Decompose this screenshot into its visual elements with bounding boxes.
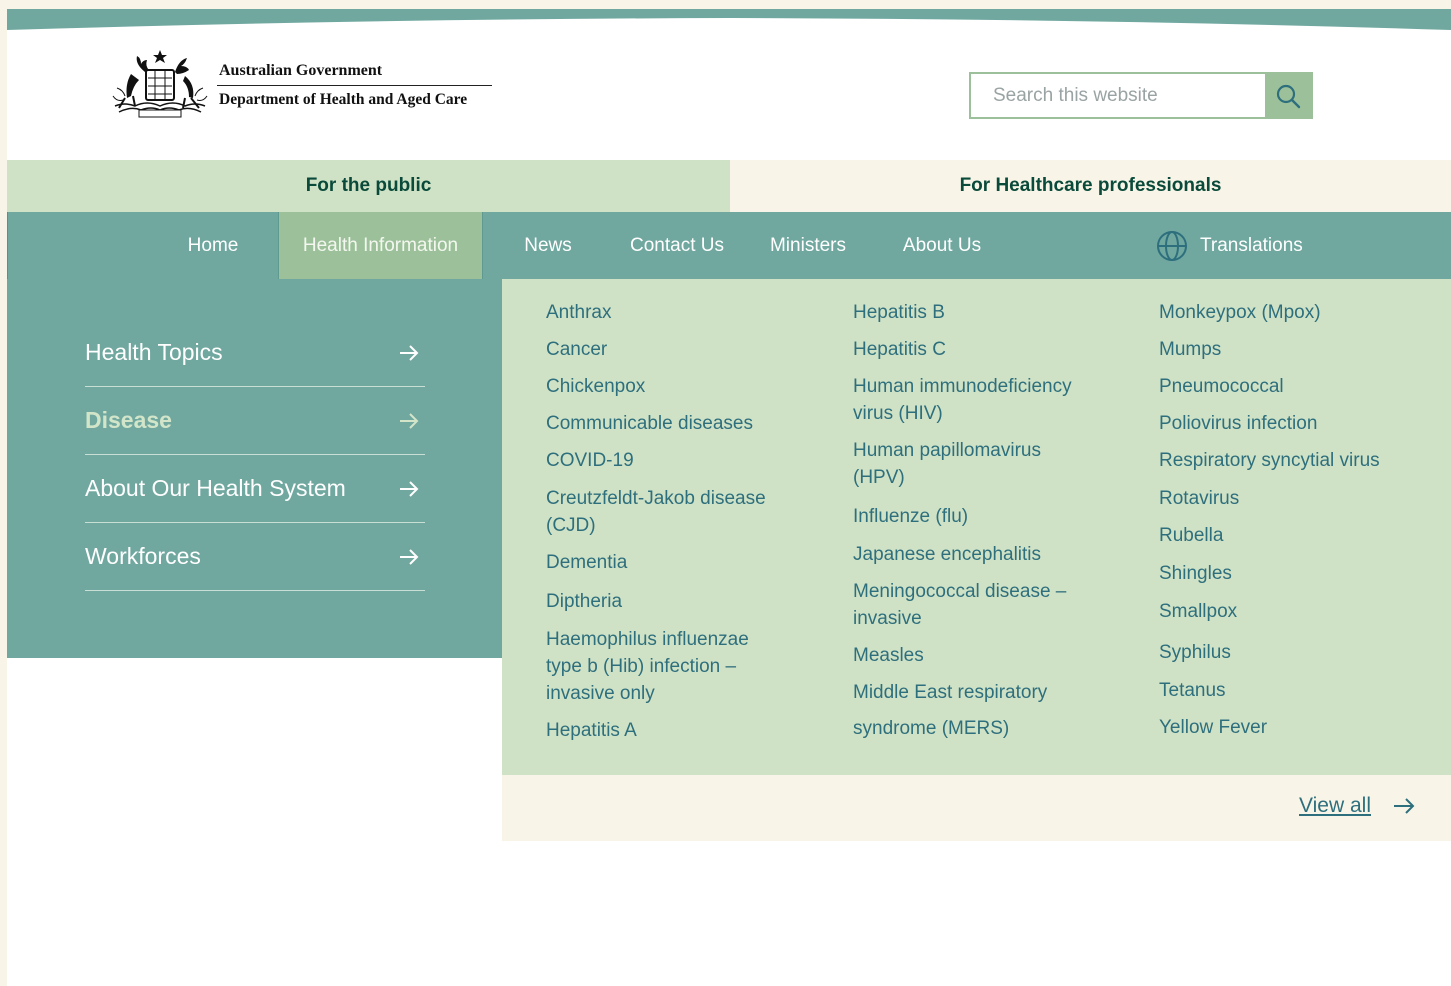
disease-panel-footer: View all — [502, 775, 1451, 841]
search-input[interactable] — [971, 74, 1265, 117]
disease-link[interactable]: Diptheria — [546, 588, 622, 615]
disease-link[interactable]: Human immunodeficiency virus (HIV) — [853, 373, 1098, 427]
disease-link[interactable]: Syphilus — [1159, 639, 1231, 666]
coat-of-arms-icon — [112, 50, 208, 118]
disease-link[interactable]: Pneumococcal — [1159, 373, 1284, 400]
disease-link[interactable]: Middle East respiratory syndrome (MERS) — [853, 675, 1078, 747]
translations-button[interactable]: Translations — [1156, 212, 1318, 279]
disease-link[interactable]: Japanese encephalitis — [853, 541, 1041, 568]
submenu-item-about-our-health-system[interactable]: About Our Health System — [85, 455, 425, 523]
disease-link[interactable]: Measles — [853, 642, 924, 669]
arrow-right-icon — [400, 344, 419, 361]
globe-icon — [1157, 230, 1187, 261]
disease-link[interactable]: Anthrax — [546, 299, 611, 326]
disease-link[interactable]: Influenze (flu) — [853, 503, 968, 530]
tab-for-the-public[interactable]: For the public — [7, 160, 730, 212]
health-information-submenu: Health Topics Disease About Our Health S… — [7, 279, 502, 658]
nav-item-home[interactable]: Home — [158, 212, 268, 279]
disease-link[interactable]: Tetanus — [1159, 677, 1226, 704]
audience-switcher: For the public For Healthcare profession… — [7, 160, 1451, 212]
disease-link[interactable]: Chickenpox — [546, 373, 645, 400]
department-name: Department of Health and Aged Care — [219, 90, 468, 108]
view-all-label: View all — [1299, 794, 1371, 817]
disease-list-panel: Anthrax Cancer Chickenpox Communicable d… — [502, 279, 1451, 775]
disease-link[interactable]: Respiratory syncytial virus — [1159, 447, 1380, 474]
disease-link[interactable]: Yellow Fever — [1159, 714, 1267, 741]
disease-link[interactable]: COVID-19 — [546, 447, 634, 474]
arrow-right-icon — [400, 548, 419, 565]
disease-link[interactable]: Mumps — [1159, 336, 1221, 363]
government-name: Australian Government — [217, 62, 492, 86]
search-icon — [1276, 84, 1301, 108]
nav-item-contact-us[interactable]: Contact Us — [618, 212, 736, 279]
submenu-item-disease[interactable]: Disease — [85, 387, 425, 455]
submenu-item-label: Disease — [85, 407, 172, 433]
disease-link[interactable]: Dementia — [546, 549, 627, 576]
page: Australian Government Department of Heal… — [7, 9, 1451, 986]
disease-link[interactable]: Hepatitis C — [853, 336, 946, 363]
disease-link[interactable]: Rotavirus — [1159, 485, 1239, 512]
disease-link[interactable]: Creutzfeldt-Jakob disease (CJD) — [546, 485, 796, 539]
submenu-item-label: About Our Health System — [85, 475, 346, 501]
submenu-item-workforces[interactable]: Workforces — [85, 523, 425, 591]
view-all-link[interactable]: View all — [1299, 793, 1417, 819]
top-wave-band — [7, 9, 1451, 30]
arrow-right-icon — [1394, 798, 1415, 814]
disease-link[interactable]: Hepatitis A — [546, 717, 637, 744]
disease-link[interactable]: Smallpox — [1159, 598, 1237, 625]
submenu-item-label: Workforces — [85, 543, 201, 569]
disease-link[interactable]: Haemophilus influenzae type b (Hib) infe… — [546, 626, 781, 707]
disease-link[interactable]: Cancer — [546, 336, 607, 363]
disease-link[interactable]: Monkeypox (Mpox) — [1159, 299, 1321, 326]
disease-link[interactable]: Meningococcal disease – invasive — [853, 578, 1093, 632]
nav-item-news[interactable]: News — [513, 212, 583, 279]
disease-link[interactable]: Human papillomavirus (HPV) — [853, 437, 1068, 491]
search-button[interactable] — [1265, 74, 1311, 117]
nav-item-health-information[interactable]: Health Information — [278, 212, 483, 279]
submenu-item-health-topics[interactable]: Health Topics — [85, 319, 425, 387]
search-box — [969, 72, 1313, 119]
site-logo[interactable]: Australian Government Department of Heal… — [111, 45, 501, 125]
logo-text: Australian Government Department of Heal… — [217, 62, 492, 109]
main-navigation: Home Health Information News Contact Us … — [7, 212, 1451, 279]
nav-item-about-us[interactable]: About Us — [892, 212, 992, 279]
disease-link[interactable]: Communicable diseases — [546, 410, 753, 437]
disease-link[interactable]: Hepatitis B — [853, 299, 945, 326]
tab-for-healthcare-professionals[interactable]: For Healthcare professionals — [730, 160, 1451, 212]
arrow-right-icon — [400, 480, 419, 497]
disease-link[interactable]: Shingles — [1159, 560, 1232, 587]
arrow-right-icon — [400, 412, 419, 429]
submenu-item-label: Health Topics — [85, 339, 223, 365]
translations-label: Translations — [1200, 234, 1303, 256]
disease-link[interactable]: Rubella — [1159, 522, 1223, 549]
disease-link[interactable]: Poliovirus infection — [1159, 410, 1317, 437]
nav-item-ministers[interactable]: Ministers — [760, 212, 856, 279]
